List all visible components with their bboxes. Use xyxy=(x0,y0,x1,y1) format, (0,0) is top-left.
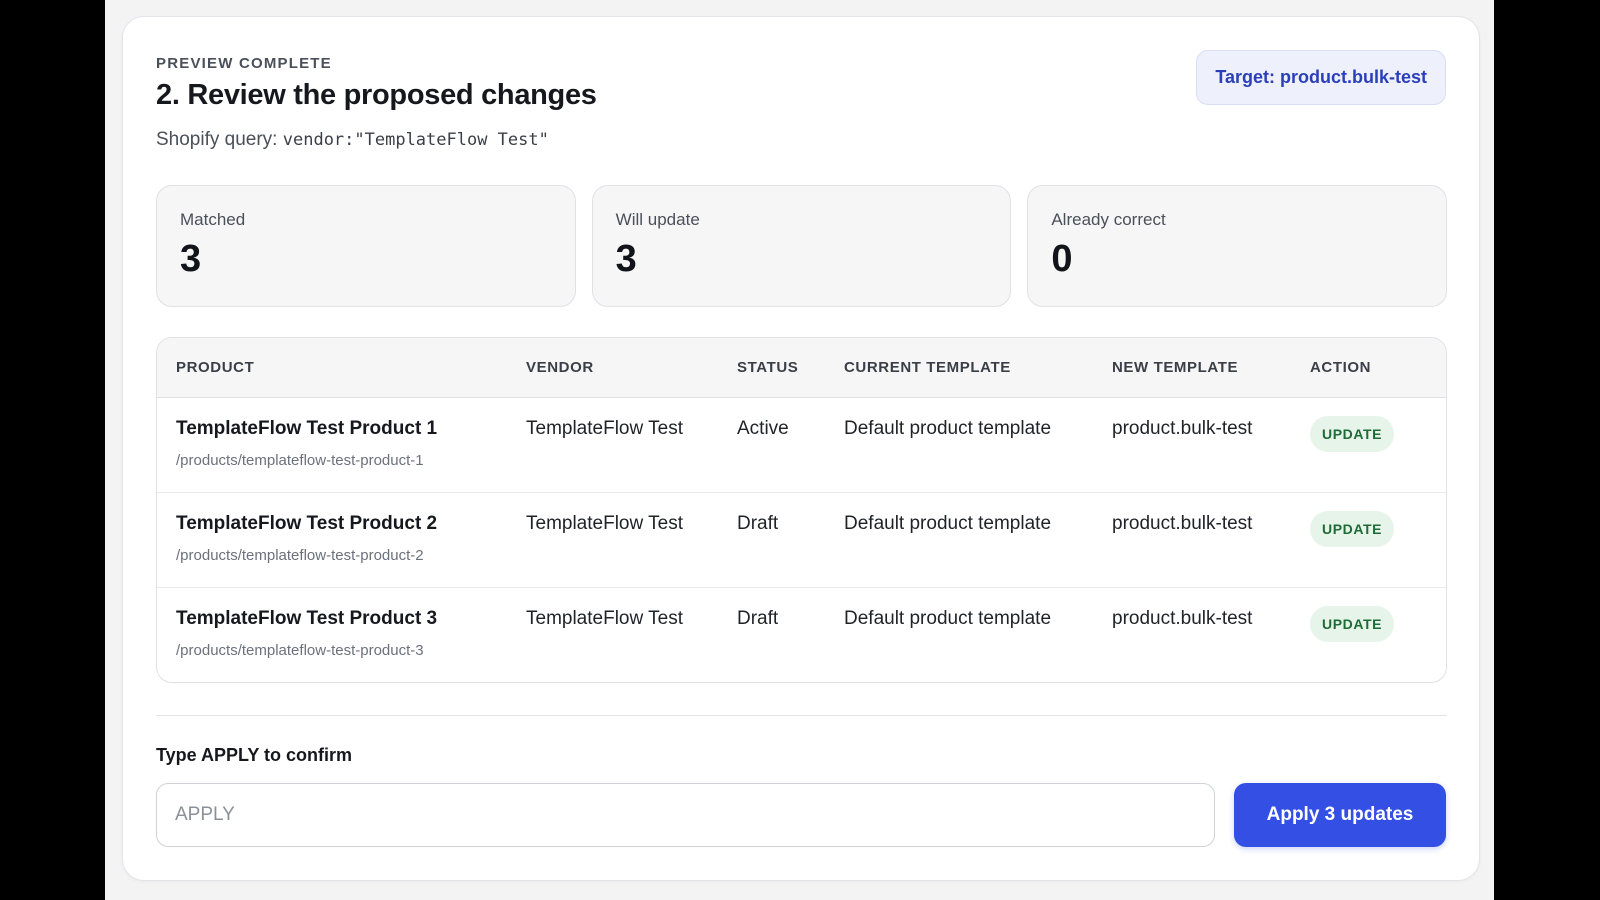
review-card: PREVIEW COMPLETE 2. Review the proposed … xyxy=(122,16,1480,881)
column-header-vendor: VENDOR xyxy=(526,358,594,376)
action-cell: UPDATE xyxy=(1291,492,1446,587)
product-name: TemplateFlow Test Product 1 xyxy=(176,417,438,439)
stat-value: 3 xyxy=(180,238,202,280)
vendor-cell: TemplateFlow Test xyxy=(526,607,683,629)
confirm-label: Type APPLY to confirm xyxy=(156,745,353,765)
summary-stats: Matched 3 Will update 3 Already correct … xyxy=(156,185,1448,307)
action-cell: UPDATE xyxy=(1291,587,1446,682)
changes-table: PRODUCT VENDOR STATUS CURRENT TEMPLATE N… xyxy=(156,337,1447,683)
column-header-current-template: CURRENT TEMPLATE xyxy=(844,358,1011,376)
stat-matched: Matched 3 xyxy=(156,185,576,307)
shopify-query: Shopify query: vendor:"TemplateFlow Test… xyxy=(156,129,549,151)
page-title: 2. Review the proposed changes xyxy=(156,79,597,111)
current-template-cell: Default product template xyxy=(844,417,1052,439)
stat-label: Will update xyxy=(615,210,700,229)
column-header-action: ACTION xyxy=(1310,358,1372,376)
vendor-cell: TemplateFlow Test xyxy=(526,417,683,439)
update-action-badge: UPDATE xyxy=(1310,415,1395,452)
new-template-cell: product.bulk-test xyxy=(1112,607,1253,629)
product-name: TemplateFlow Test Product 2 xyxy=(176,512,438,534)
product-name: TemplateFlow Test Product 3 xyxy=(176,607,438,629)
table-row: TemplateFlow Test Product 2 /products/te… xyxy=(157,492,1446,587)
status-cell: Draft xyxy=(737,607,779,629)
update-action-badge: UPDATE xyxy=(1310,605,1395,642)
apply-updates-button[interactable]: Apply 3 updates xyxy=(1234,783,1446,847)
product-path: /products/templateflow-test-product-2 xyxy=(176,546,424,564)
query-label: Shopify query: xyxy=(156,129,278,150)
table-row: TemplateFlow Test Product 1 /products/te… xyxy=(157,397,1446,492)
stat-value: 3 xyxy=(615,238,637,280)
step-eyebrow: PREVIEW COMPLETE xyxy=(156,55,332,72)
product-path: /products/templateflow-test-product-3 xyxy=(176,641,424,659)
target-template-badge: Target: product.bulk-test xyxy=(1196,50,1446,105)
status-cell: Draft xyxy=(737,512,779,534)
product-cell: TemplateFlow Test Product 3 /products/te… xyxy=(157,587,507,682)
status-cell: Active xyxy=(737,417,789,439)
stat-label: Already correct xyxy=(1051,210,1166,229)
vendor-cell: TemplateFlow Test xyxy=(526,512,683,534)
confirm-apply-input[interactable] xyxy=(156,783,1215,847)
stat-already-correct: Already correct 0 xyxy=(1027,185,1448,307)
column-header-status: STATUS xyxy=(737,358,799,376)
product-cell: TemplateFlow Test Product 1 /products/te… xyxy=(157,397,507,492)
stat-label: Matched xyxy=(180,210,246,229)
table-row: TemplateFlow Test Product 3 /products/te… xyxy=(157,587,1446,682)
product-cell: TemplateFlow Test Product 2 /products/te… xyxy=(157,492,507,587)
action-cell: UPDATE xyxy=(1291,397,1446,492)
query-value: vendor:"TemplateFlow Test" xyxy=(282,130,549,150)
new-template-cell: product.bulk-test xyxy=(1112,512,1253,534)
column-header-product: PRODUCT xyxy=(176,358,255,376)
update-action-badge: UPDATE xyxy=(1310,510,1395,547)
stat-will-update: Will update 3 xyxy=(591,185,1012,307)
current-template-cell: Default product template xyxy=(844,607,1052,629)
product-path: /products/templateflow-test-product-1 xyxy=(176,451,424,469)
current-template-cell: Default product template xyxy=(844,512,1052,534)
stat-value: 0 xyxy=(1051,238,1073,280)
column-header-new-template: NEW TEMPLATE xyxy=(1112,358,1239,376)
section-divider xyxy=(156,715,1447,716)
new-template-cell: product.bulk-test xyxy=(1112,417,1253,439)
table-header-row: PRODUCT VENDOR STATUS CURRENT TEMPLATE N… xyxy=(157,338,1446,397)
